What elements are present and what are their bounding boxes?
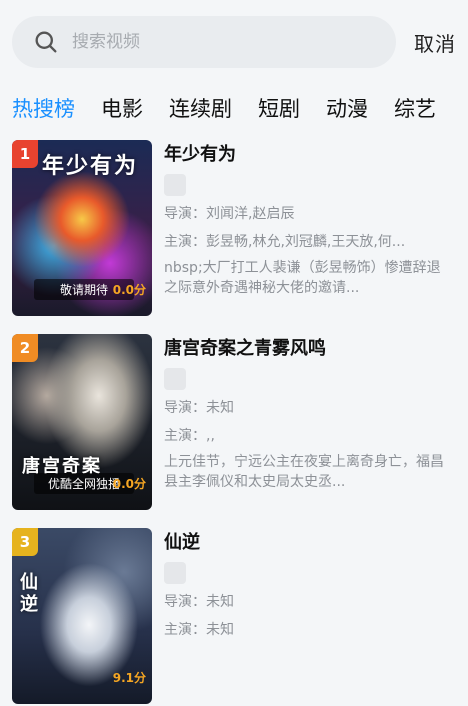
cancel-button[interactable]: 取消 bbox=[414, 28, 456, 57]
poster-title-art: 仙逆 bbox=[20, 572, 40, 615]
item-title[interactable]: 唐宫奇案之青雾风鸣 bbox=[164, 336, 454, 362]
item-cast: 主演：未知 bbox=[164, 622, 234, 638]
item-director: 导演：未知 bbox=[164, 400, 234, 416]
rank-badge: 1 bbox=[12, 140, 38, 168]
search-input[interactable] bbox=[70, 31, 354, 53]
item-info: 仙逆 导演：未知 主演：未知 bbox=[164, 528, 454, 640]
list-item[interactable]: 3 仙逆 9.1分 仙逆 导演：未知 主演：未知 bbox=[12, 528, 462, 704]
poster-image[interactable]: 3 仙逆 9.1分 bbox=[12, 528, 152, 704]
item-director: 导演：刘闻洋,赵启辰 bbox=[164, 206, 295, 222]
poster-title-art: 年少有为 bbox=[42, 154, 139, 179]
poster-image[interactable]: 2 唐宫奇案 优酷全网独播 0.0分 bbox=[12, 334, 152, 510]
list-item[interactable]: 1 年少有为 敬请期待 0.0分 年少有为 导演：刘闻洋,赵启辰 主演：彭昱畅,… bbox=[12, 140, 462, 316]
item-cast: 主演：,, bbox=[164, 428, 215, 444]
item-title[interactable]: 仙逆 bbox=[164, 530, 454, 556]
tab-short-drama[interactable]: 短剧 bbox=[258, 93, 300, 123]
item-title[interactable]: 年少有为 bbox=[164, 142, 454, 168]
tab-movies[interactable]: 电影 bbox=[101, 93, 143, 123]
tab-hot-search[interactable]: 热搜榜 bbox=[12, 93, 75, 123]
tag-placeholder bbox=[164, 174, 186, 196]
poster-image[interactable]: 1 年少有为 敬请期待 0.0分 bbox=[12, 140, 152, 316]
score-badge: 0.0分 bbox=[112, 477, 146, 491]
item-info: 唐宫奇案之青雾风鸣 导演：未知 主演：,, 上元佳节，宁远公主在夜宴上离奇身亡，… bbox=[164, 334, 454, 492]
tab-series[interactable]: 连续剧 bbox=[169, 93, 232, 123]
tab-variety[interactable]: 综艺 bbox=[394, 93, 436, 123]
tag-placeholder bbox=[164, 562, 186, 584]
item-cast: 主演：彭昱畅,林允,刘冠麟,王天放,何... bbox=[164, 234, 406, 250]
tag-placeholder bbox=[164, 368, 186, 390]
item-description: nbsp;大厂打工人裴谦（彭昱畅饰）惨遭辞退之际意外奇遇神秘大佬的邀请... bbox=[164, 260, 441, 296]
list-item[interactable]: 2 唐宫奇案 优酷全网独播 0.0分 唐宫奇案之青雾风鸣 导演：未知 主演：,,… bbox=[12, 334, 462, 510]
category-tabs: 热搜榜 电影 连续剧 短剧 动漫 综艺 bbox=[12, 92, 462, 124]
score-badge: 9.1分 bbox=[112, 671, 146, 685]
search-icon bbox=[35, 31, 57, 53]
score-badge: 0.0分 bbox=[112, 283, 146, 297]
rank-badge: 3 bbox=[12, 528, 38, 556]
item-director: 导演：未知 bbox=[164, 594, 234, 610]
tab-anime[interactable]: 动漫 bbox=[326, 93, 368, 123]
search-bar[interactable] bbox=[12, 16, 396, 68]
item-info: 年少有为 导演：刘闻洋,赵启辰 主演：彭昱畅,林允,刘冠麟,王天放,何... n… bbox=[164, 140, 454, 298]
rank-badge: 2 bbox=[12, 334, 38, 362]
item-description: 上元佳节，宁远公主在夜宴上离奇身亡，福昌县主李佩仪和太史局太史丞... bbox=[164, 454, 444, 490]
